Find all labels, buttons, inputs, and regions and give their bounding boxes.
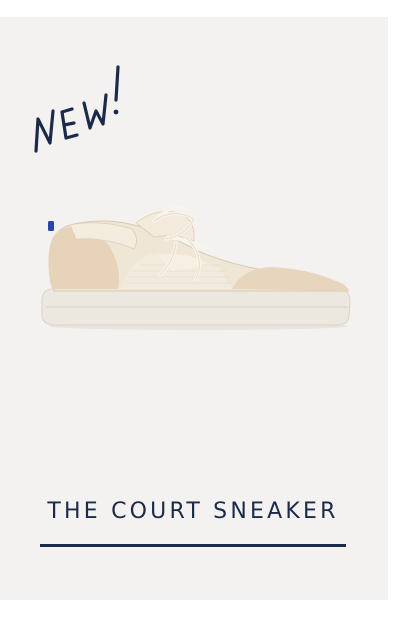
new-badge — [34, 65, 120, 153]
product-title-link[interactable]: THE COURT SNEAKER — [40, 497, 346, 549]
product-card[interactable]: THE COURT SNEAKER — [0, 17, 388, 600]
product-title[interactable]: THE COURT SNEAKER — [40, 497, 346, 527]
sneaker-image[interactable] — [36, 177, 354, 347]
title-underline — [40, 544, 346, 547]
